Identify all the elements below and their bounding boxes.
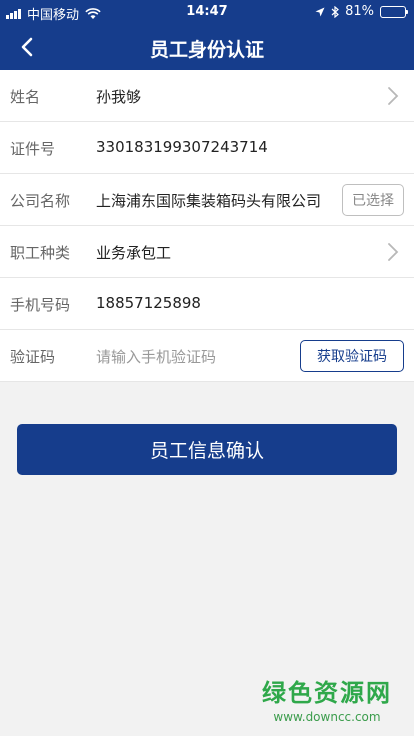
phone-label: 手机号码 <box>10 296 71 314</box>
id-number-value: 330183199307243714 <box>96 138 268 156</box>
status-right: 81% <box>315 4 408 19</box>
watermark-url: www.downcc.com <box>273 710 381 724</box>
verification-code-row: 验证码 请输入手机验证码 获取验证码 <box>0 330 414 382</box>
identity-form: 姓名 孙我够 证件号 330183199307243714 公司名称 上海浦东国… <box>0 70 414 382</box>
company-value: 上海浦东国际集装箱码头有限公司 <box>96 192 322 210</box>
company-row: 公司名称 上海浦东国际集装箱码头有限公司 已选择 <box>0 174 414 226</box>
company-label: 公司名称 <box>10 192 71 210</box>
nav-bar: 员工身份认证 <box>0 24 414 70</box>
name-value: 孙我够 <box>96 88 142 106</box>
name-row[interactable]: 姓名 孙我够 <box>0 70 414 122</box>
bluetooth-icon <box>331 5 340 18</box>
location-arrow-icon <box>315 7 325 16</box>
verification-code-input[interactable]: 请输入手机验证码 <box>96 346 216 367</box>
worker-type-row[interactable]: 职工种类 业务承包工 <box>0 226 414 278</box>
name-label: 姓名 <box>10 88 41 106</box>
id-number-label: 证件号 <box>10 140 56 158</box>
battery-percent: 81% <box>345 4 374 19</box>
get-code-button[interactable]: 获取验证码 <box>300 340 404 372</box>
watermark-title: 绿色资源网 <box>262 679 392 707</box>
status-bar: 中国移动 14:47 81% <box>0 0 414 24</box>
chevron-right-icon <box>388 243 399 261</box>
phone-value: 18857125898 <box>96 294 201 312</box>
worker-type-value: 业务承包工 <box>96 244 172 262</box>
worker-type-label: 职工种类 <box>10 244 71 262</box>
verification-code-label: 验证码 <box>10 348 56 366</box>
selected-company-button[interactable]: 已选择 <box>342 184 404 216</box>
watermark: 绿色资源网 www.downcc.com <box>262 673 392 724</box>
page-title: 员工身份认证 <box>149 39 264 61</box>
chevron-right-icon <box>388 87 399 105</box>
phone-row: 手机号码 18857125898 <box>0 278 414 330</box>
id-number-row: 证件号 330183199307243714 <box>0 122 414 174</box>
battery-icon <box>380 5 408 18</box>
confirm-info-button[interactable]: 员工信息确认 <box>17 424 397 475</box>
